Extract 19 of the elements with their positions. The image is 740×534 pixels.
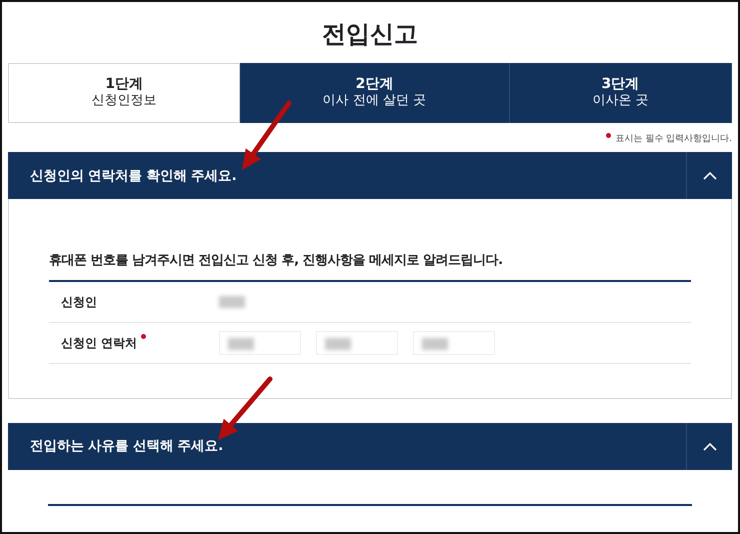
- phone-field[interactable]: [316, 330, 398, 355]
- phone-field[interactable]: [413, 330, 495, 355]
- intro-text: 휴대폰 번호를 남겨주시면 전입신고 신청 후, 진행사항을 메세지로 알려드립니다.: [49, 251, 691, 282]
- step-tab[interactable]: 3단계 이사온 곳: [510, 62, 732, 123]
- step-tab[interactable]: 2단계 이사 전에 살던 곳: [240, 62, 510, 123]
- field-label: 신청인: [61, 294, 97, 309]
- step-tab[interactable]: 1단계 신청인정보: [8, 62, 240, 123]
- annotation-arrow: [242, 100, 292, 170]
- required-dot-icon: [606, 132, 612, 138]
- field-label: 신청인 연락처: [61, 336, 138, 350]
- redacted-value: [219, 296, 245, 308]
- section-title: 전입하는 사유를 선택해 주세요.: [29, 437, 224, 456]
- chevron-up-icon: [702, 171, 716, 180]
- chevron-up-icon: [702, 442, 716, 451]
- page-title: 전입신고: [321, 20, 419, 49]
- required-note: 표시는 필수 입력사항입니다.: [615, 134, 732, 144]
- phone-field[interactable]: [219, 330, 301, 355]
- annotation-arrow: [218, 376, 272, 440]
- section-title: 신청인의 연락처를 확인해 주세요.: [29, 166, 238, 186]
